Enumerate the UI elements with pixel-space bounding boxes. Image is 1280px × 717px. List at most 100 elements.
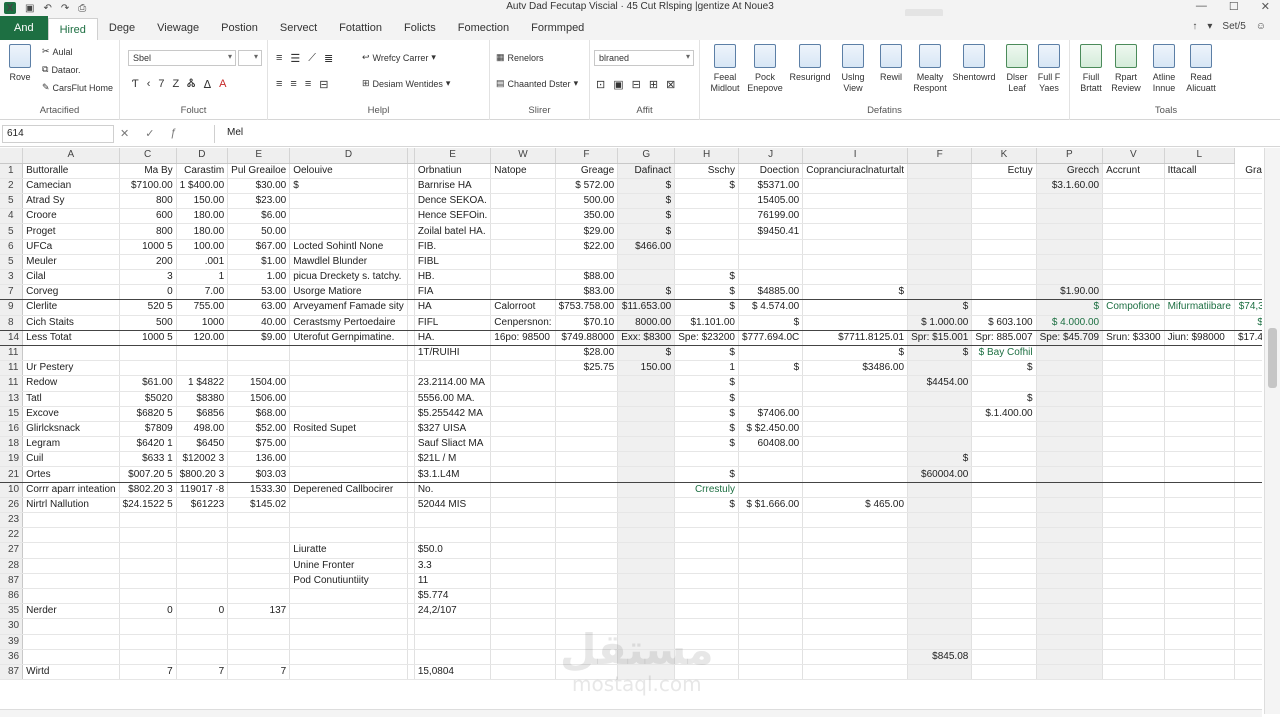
cell[interactable]: 1: [674, 360, 739, 377]
cell[interactable]: [119, 360, 177, 377]
cell[interactable]: [971, 193, 1037, 210]
cell[interactable]: [490, 254, 556, 271]
cell[interactable]: [555, 588, 619, 605]
cmd-button-2[interactable]: Pock Enepove: [746, 44, 784, 94]
cell[interactable]: [289, 193, 408, 210]
cmd-button-3[interactable]: Resurignd: [788, 44, 832, 83]
paste-button[interactable]: Rove: [2, 44, 38, 83]
cell[interactable]: [1102, 284, 1165, 301]
cell[interactable]: [738, 466, 804, 483]
cell[interactable]: Arveyamenf Famade sity: [289, 299, 408, 316]
cell[interactable]: [738, 451, 804, 468]
cell[interactable]: Redow: [22, 375, 120, 392]
column-header[interactable]: G: [617, 148, 676, 164]
cell[interactable]: $6.00: [227, 208, 291, 225]
cell[interactable]: 23.2114.00 MA: [414, 375, 492, 392]
cell[interactable]: $3486.00: [802, 360, 909, 377]
cell[interactable]: $: [617, 223, 676, 240]
comma-icon[interactable]: ⊟: [632, 78, 641, 91]
cell[interactable]: 150.00: [176, 193, 229, 210]
cell[interactable]: FIA: [414, 284, 492, 301]
currency-icon[interactable]: ⊡: [596, 78, 605, 91]
cell[interactable]: [802, 527, 909, 544]
cell[interactable]: [555, 436, 619, 453]
cell[interactable]: Doection: [738, 163, 804, 179]
cell[interactable]: $007.20 5: [119, 466, 177, 483]
cell[interactable]: [1164, 254, 1235, 271]
cell[interactable]: [674, 603, 739, 620]
cell[interactable]: 0: [176, 603, 229, 620]
cell[interactable]: [1036, 391, 1104, 407]
cell[interactable]: [907, 193, 973, 210]
cell[interactable]: [1102, 573, 1165, 589]
cell[interactable]: $: [617, 345, 676, 362]
cell[interactable]: [674, 542, 739, 559]
font-color-icon[interactable]: A: [219, 78, 226, 91]
cell[interactable]: [490, 178, 556, 195]
cell[interactable]: [1234, 178, 1262, 195]
cell[interactable]: Less Totat: [22, 330, 120, 346]
tool-button-2[interactable]: Rpart Review: [1106, 44, 1146, 94]
cell[interactable]: [1164, 573, 1235, 589]
cell[interactable]: Oelouive: [289, 163, 408, 179]
cell[interactable]: [1234, 573, 1262, 589]
cell[interactable]: 3.3: [414, 558, 492, 574]
cell[interactable]: [1036, 618, 1104, 635]
column-header[interactable]: E: [414, 148, 492, 164]
cell[interactable]: [971, 573, 1037, 589]
cell[interactable]: Natope: [490, 163, 556, 179]
cell[interactable]: [1164, 345, 1235, 362]
cell[interactable]: [617, 573, 676, 589]
cell[interactable]: [555, 375, 619, 392]
cell[interactable]: [1036, 664, 1104, 681]
cell[interactable]: [1036, 634, 1104, 650]
cell[interactable]: Wirtd: [22, 664, 120, 681]
cell[interactable]: [176, 634, 229, 650]
cell[interactable]: [1234, 512, 1262, 529]
cell[interactable]: [490, 391, 556, 407]
cell[interactable]: [1102, 618, 1165, 635]
cell[interactable]: [971, 375, 1037, 392]
cell[interactable]: [414, 512, 492, 529]
cell[interactable]: [1164, 588, 1235, 605]
cell[interactable]: [289, 466, 408, 483]
cell[interactable]: [490, 512, 556, 529]
row-header[interactable]: 6: [0, 239, 24, 255]
cell[interactable]: [555, 451, 619, 468]
cell[interactable]: [617, 497, 676, 514]
cell[interactable]: 11: [414, 573, 492, 589]
cell[interactable]: Cerastsmy Pertoedaire: [289, 315, 408, 331]
cell[interactable]: $29.00: [555, 223, 619, 240]
cell[interactable]: [802, 436, 909, 453]
cell[interactable]: 3: [119, 269, 177, 286]
cell[interactable]: Nirtrl Nallution: [22, 497, 120, 514]
cell[interactable]: [414, 360, 492, 377]
cell[interactable]: Corrr aparr inteation: [22, 482, 120, 498]
cell[interactable]: $5.255442 MA: [414, 406, 492, 422]
cell[interactable]: [674, 634, 739, 650]
cell[interactable]: [907, 664, 973, 681]
cell[interactable]: [738, 345, 804, 362]
cell[interactable]: [490, 603, 556, 620]
cell[interactable]: Ittacall: [1164, 163, 1235, 179]
cell[interactable]: [1164, 193, 1235, 210]
cell[interactable]: Compofione: [1102, 299, 1165, 316]
cell[interactable]: [490, 436, 556, 453]
cell[interactable]: Cenpersnon:: [490, 315, 556, 331]
function-icon[interactable]: ƒ: [170, 127, 176, 140]
cell[interactable]: $: [1036, 299, 1104, 316]
cell[interactable]: 40.00: [227, 315, 291, 331]
row-header[interactable]: 30: [0, 618, 24, 635]
cell[interactable]: $: [971, 360, 1037, 377]
column-header[interactable]: F: [907, 148, 973, 164]
cell[interactable]: [22, 588, 120, 605]
cell[interactable]: [907, 239, 973, 255]
row-header[interactable]: 27: [0, 542, 24, 559]
cell[interactable]: [802, 649, 909, 665]
cell[interactable]: [802, 482, 909, 498]
cell[interactable]: [289, 618, 408, 635]
cell[interactable]: 520 5: [119, 299, 177, 316]
cell[interactable]: [1234, 345, 1262, 362]
cell[interactable]: [971, 178, 1037, 195]
cell[interactable]: [971, 466, 1037, 483]
